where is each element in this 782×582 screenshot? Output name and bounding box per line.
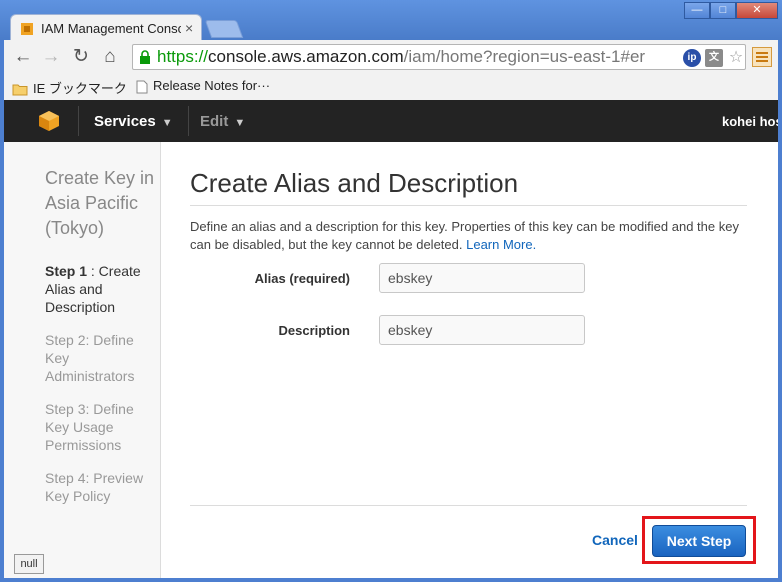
user-menu[interactable]: kohei hos [722, 114, 778, 129]
next-step-button[interactable]: Next Step [652, 525, 746, 557]
wizard-step-1[interactable]: Step 1 : Create Alias and Description [45, 262, 157, 316]
back-icon[interactable]: ← [12, 46, 34, 68]
tab-close-icon[interactable]: × [185, 20, 193, 36]
minimize-button[interactable]: — [684, 2, 710, 19]
folder-icon [12, 84, 28, 96]
translate-icon[interactable]: 文 [705, 49, 723, 67]
browser-tab[interactable]: IAM Management Console × [10, 14, 202, 42]
aws-favicon-icon [21, 23, 33, 35]
wizard-sidebar: Create Key in Asia Pacific (Tokyo) Step … [4, 142, 161, 578]
cancel-link[interactable]: Cancel [592, 532, 638, 548]
ip-extension-icon[interactable]: ip [683, 49, 701, 67]
description-input[interactable] [379, 315, 585, 345]
wizard-step-3[interactable]: Step 3: Define Key Usage Permissions [45, 400, 157, 454]
wizard-step-2[interactable]: Step 2: Define Key Administrators [45, 331, 157, 385]
null-status-box: null [14, 554, 44, 574]
url-text: https://console.aws.amazon.com/iam/home?… [157, 47, 646, 66]
bookmark-release-notes[interactable]: Release Notes for··· [136, 78, 270, 94]
alias-label: Alias (required) [254, 271, 350, 286]
browser-window: IAM Management Console × — □ ✕ ← → ↻ ⌂ h… [0, 0, 782, 582]
title-divider [190, 205, 747, 206]
services-menu[interactable]: Services ▼ [94, 113, 173, 130]
browser-toolbar: ← → ↻ ⌂ https://console.aws.amazon.com/i… [4, 40, 778, 74]
wizard-step-4[interactable]: Step 4: Preview Key Policy [45, 469, 157, 505]
aws-console-header: Services ▼ Edit ▼ kohei hos [4, 100, 778, 142]
address-bar[interactable]: https://console.aws.amazon.com/iam/home?… [132, 44, 746, 70]
edit-menu[interactable]: Edit ▼ [200, 113, 245, 130]
maximize-button[interactable]: □ [710, 2, 736, 19]
chevron-down-icon: ▼ [234, 117, 246, 129]
sidebar-title: Create Key in Asia Pacific (Tokyo) [45, 168, 155, 238]
description-label: Description [278, 323, 350, 338]
learn-more-link[interactable]: Learn More. [466, 237, 536, 252]
footer-divider [190, 505, 747, 506]
chrome-menu-icon[interactable] [752, 47, 772, 67]
close-window-button[interactable]: ✕ [736, 2, 778, 19]
home-icon[interactable]: ⌂ [99, 46, 121, 68]
forward-icon[interactable]: → [40, 46, 62, 68]
chevron-down-icon: ▼ [161, 117, 173, 129]
title-bar: IAM Management Console × — □ ✕ [0, 0, 782, 42]
bookmark-star-icon[interactable]: ☆ [727, 49, 745, 67]
nav-divider [188, 106, 189, 136]
page-title: Create Alias and Description [190, 168, 519, 198]
lock-icon [140, 50, 150, 64]
nav-divider [78, 106, 79, 136]
aws-cube-logo-icon[interactable] [38, 110, 60, 132]
new-tab-button[interactable] [204, 20, 244, 38]
tab-title: IAM Management Console [41, 21, 181, 36]
bookmark-ie-folder[interactable]: IE ブックマーク [12, 78, 127, 97]
page-icon [136, 80, 148, 94]
page-description: Define an alias and a description for th… [190, 219, 739, 252]
alias-input[interactable] [379, 263, 585, 293]
bookmarks-bar: IE ブックマーク Release Notes for··· [4, 74, 778, 101]
page-content: Create Key in Asia Pacific (Tokyo) Step … [4, 142, 778, 578]
reload-icon[interactable]: ↻ [70, 46, 92, 68]
